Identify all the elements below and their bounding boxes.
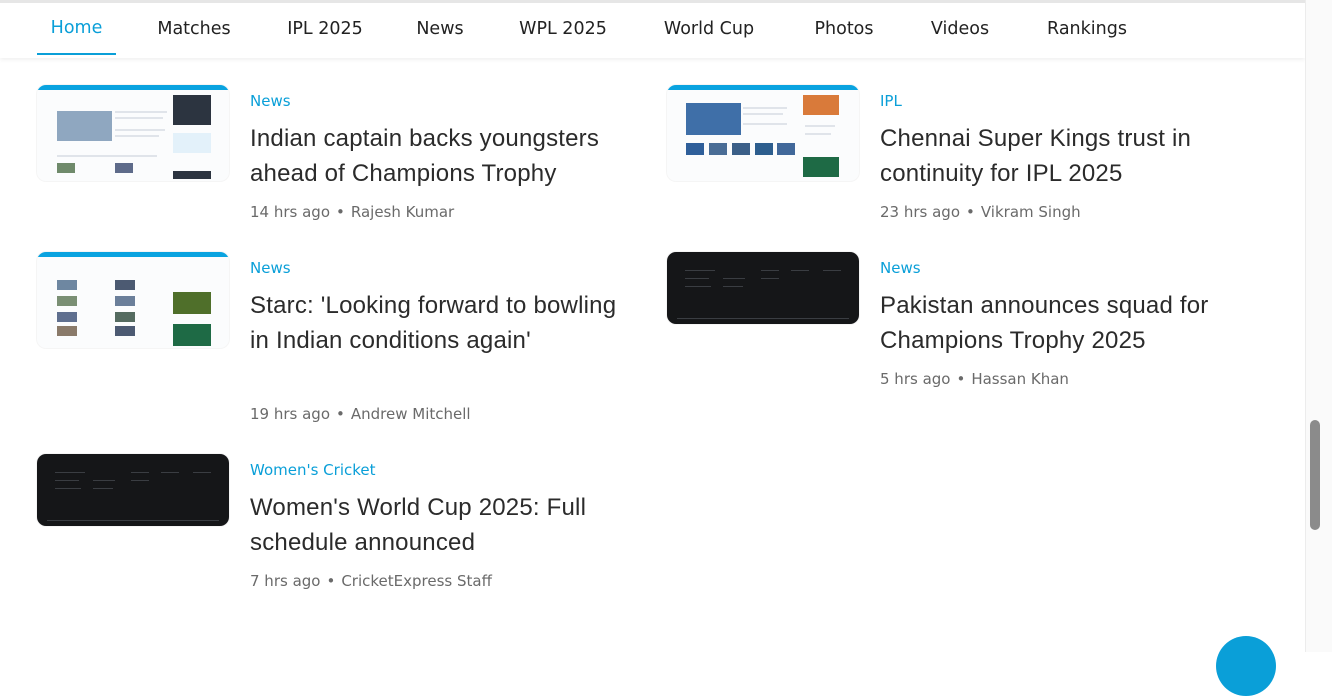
tab-world-cup[interactable]: World Cup	[659, 3, 759, 55]
article-category[interactable]: IPL	[880, 92, 902, 110]
article-meta: 23 hrs ago • Vikram Singh	[880, 203, 1081, 221]
article-time: 23 hrs ago	[880, 203, 961, 221]
scrollbar-thumb[interactable]	[1310, 420, 1320, 530]
meta-separator: •	[326, 572, 336, 590]
top-nav-bar: Home Matches IPL 2025 News WPL 2025 Worl…	[0, 0, 1305, 58]
article-author[interactable]: Hassan Khan	[971, 370, 1069, 388]
article-author[interactable]: Vikram Singh	[981, 203, 1081, 221]
scrollbar-track[interactable]	[1305, 0, 1332, 652]
article-thumbnail[interactable]	[37, 85, 229, 181]
article-title[interactable]: Women's World Cup 2025: Full schedule an…	[250, 490, 650, 560]
nav-tabs: Home Matches IPL 2025 News WPL 2025 Worl…	[37, 3, 1129, 58]
article-category[interactable]: News	[880, 259, 921, 277]
tab-ipl-2025[interactable]: IPL 2025	[283, 3, 367, 55]
article-meta: 14 hrs ago • Rajesh Kumar	[250, 203, 454, 221]
article-meta: 7 hrs ago • CricketExpress Staff	[250, 572, 492, 590]
tab-wpl-2025[interactable]: WPL 2025	[515, 3, 611, 55]
article-title[interactable]: Starc: 'Looking forward to bowling in In…	[250, 288, 630, 358]
tab-news[interactable]: News	[412, 3, 468, 55]
tab-home[interactable]: Home	[37, 3, 116, 55]
article-meta: 5 hrs ago • Hassan Khan	[880, 370, 1069, 388]
article-thumbnail[interactable]	[667, 85, 859, 181]
meta-separator: •	[956, 370, 966, 388]
tab-matches[interactable]: Matches	[152, 3, 236, 55]
article-thumbnail[interactable]	[667, 252, 859, 324]
tab-photos[interactable]: Photos	[811, 3, 877, 55]
article-time: 19 hrs ago	[250, 405, 331, 423]
tab-videos[interactable]: Videos	[927, 3, 993, 55]
meta-separator: •	[336, 405, 345, 423]
article-title[interactable]: Pakistan announces squad for Champions T…	[880, 288, 1280, 358]
article-author[interactable]: Rajesh Kumar	[351, 203, 454, 221]
floating-action-button[interactable]	[1216, 636, 1276, 696]
meta-separator: •	[336, 203, 345, 221]
article-title[interactable]: Indian captain backs youngsters ahead of…	[250, 121, 650, 191]
meta-separator: •	[966, 203, 975, 221]
article-time: 7 hrs ago	[250, 572, 321, 590]
article-category[interactable]: News	[250, 259, 291, 277]
article-thumbnail[interactable]	[37, 454, 229, 526]
article-title[interactable]: Chennai Super Kings trust in continuity …	[880, 121, 1280, 191]
article-meta: 19 hrs ago • Andrew Mitchell	[250, 405, 471, 423]
tab-rankings[interactable]: Rankings	[1045, 3, 1129, 55]
article-thumbnail[interactable]	[37, 252, 229, 348]
article-category[interactable]: Women's Cricket	[250, 461, 376, 479]
article-time: 14 hrs ago	[250, 203, 331, 221]
article-author[interactable]: Andrew Mitchell	[351, 405, 471, 423]
article-author[interactable]: CricketExpress Staff	[341, 572, 492, 590]
article-time: 5 hrs ago	[880, 370, 951, 388]
article-category[interactable]: News	[250, 92, 291, 110]
